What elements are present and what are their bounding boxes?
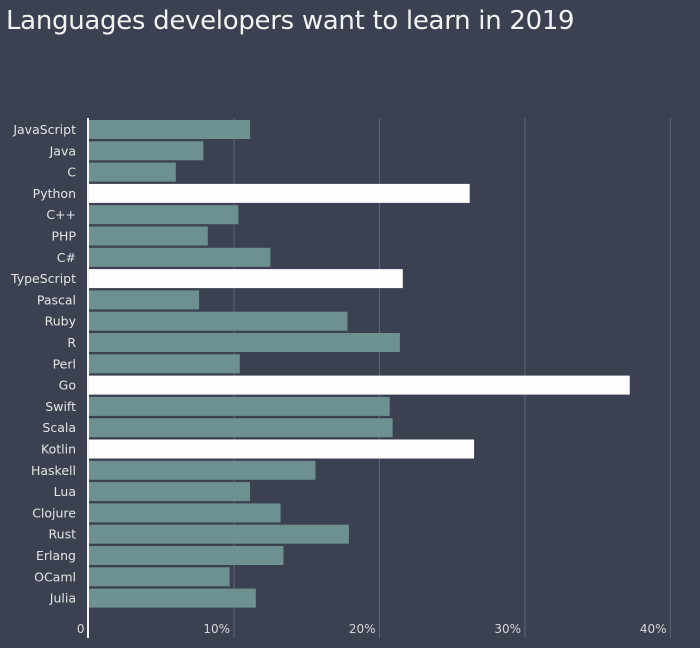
bar-c: [88, 162, 176, 182]
bar-csharp: [88, 247, 271, 267]
bar-cpp: [88, 205, 239, 225]
x-tick-label: 20%: [349, 622, 376, 636]
bar-pascal: [88, 290, 200, 310]
bar-clojure: [88, 503, 281, 523]
x-tick-labels: 0 10% 20% 30% 40%: [77, 622, 667, 636]
bar-perl: [88, 354, 240, 374]
category-label: R: [67, 335, 76, 350]
bar-erlang: [88, 546, 284, 565]
category-label: Java: [49, 143, 76, 158]
bar-javascript: [88, 120, 251, 139]
category-label: Ruby: [45, 314, 77, 329]
category-label: PHP: [52, 229, 77, 244]
category-label: Swift: [45, 399, 76, 414]
category-label: Julia: [49, 591, 76, 606]
bar-php: [88, 226, 208, 246]
bar-python: [88, 183, 470, 203]
category-label: Perl: [53, 356, 76, 371]
category-label: Lua: [54, 484, 76, 499]
bar-kotlin: [88, 439, 475, 459]
bar-swift: [88, 396, 390, 416]
x-tick-label: 0: [77, 622, 85, 636]
category-label: JavaScript: [12, 122, 76, 137]
category-label: TypeScript: [10, 271, 76, 286]
category-label: Scala: [42, 420, 76, 435]
bar-lua: [88, 482, 251, 502]
category-label: Go: [59, 378, 76, 393]
bars: [88, 120, 630, 608]
bar-go: [88, 375, 630, 395]
category-label: OCaml: [34, 569, 76, 584]
x-tick-label: 30%: [494, 622, 521, 636]
bar-ruby: [88, 311, 348, 331]
category-label: C#: [57, 250, 76, 265]
bar-r: [88, 333, 400, 352]
bar-julia: [88, 588, 256, 608]
category-label: Pascal: [37, 292, 76, 307]
category-label: Erlang: [36, 548, 76, 563]
category-label: C: [67, 165, 76, 180]
bar-rust: [88, 524, 349, 544]
category-label: Rust: [49, 527, 77, 542]
category-label: Python: [33, 186, 76, 201]
category-label: C++: [46, 207, 76, 222]
bar-scala: [88, 418, 393, 438]
bar-chart: JavaScript Java C Python C++ PHP C# TypeScript P…: [10, 118, 671, 638]
category-label: Clojure: [32, 505, 76, 520]
bar-java: [88, 141, 204, 161]
x-tick-label: 40%: [640, 622, 667, 636]
category-label: Haskell: [31, 463, 76, 478]
bar-haskell: [88, 460, 316, 480]
bar-ocaml: [88, 567, 230, 587]
x-tick-label: 10%: [203, 622, 230, 636]
category-labels: JavaScript Java C Python C++ PHP C# TypeScript P…: [10, 122, 77, 606]
category-label: Kotlin: [41, 442, 76, 457]
bar-typescript: [88, 269, 403, 289]
